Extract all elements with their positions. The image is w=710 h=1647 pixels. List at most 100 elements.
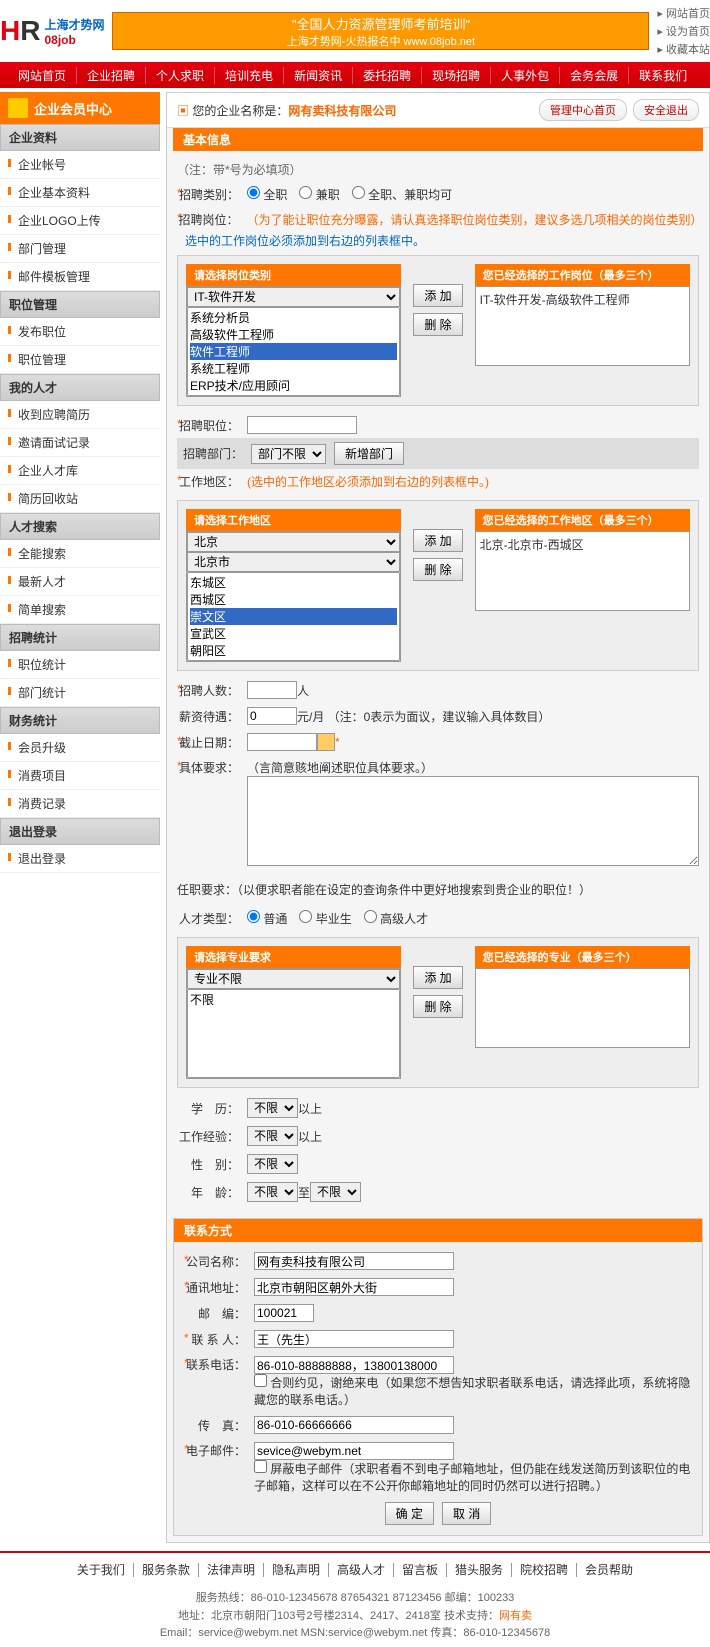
salary-input[interactable]: [247, 707, 297, 725]
req-label: 具体要求：: [177, 759, 247, 776]
gender-select[interactable]: 不限: [247, 1154, 298, 1174]
admin-home-button[interactable]: 管理中心首页: [539, 99, 627, 121]
safe-exit-button[interactable]: 安全退出: [633, 99, 699, 121]
sidebar-item[interactable]: 职位管理: [0, 346, 160, 374]
age-to-select[interactable]: 不限: [310, 1182, 361, 1202]
company-label: ▣ 您的企业名称是：网有卖科技有限公司: [177, 102, 396, 119]
age-to-label: 至: [298, 1184, 310, 1201]
c-fax-input[interactable]: [254, 1416, 454, 1434]
nav-item[interactable]: 个人求职: [146, 67, 215, 84]
sidebar-item[interactable]: 邀请面试记录: [0, 429, 160, 457]
footer-link[interactable]: 高级人才: [329, 1563, 394, 1577]
footer-link[interactable]: 会员帮助: [577, 1563, 641, 1577]
radio-normal[interactable]: 普通: [247, 910, 287, 927]
c-company-label: 公司名称：: [184, 1253, 254, 1270]
sidebar-item[interactable]: 消费项目: [0, 762, 160, 790]
age-from-select[interactable]: 不限: [247, 1182, 298, 1202]
sidebar-item[interactable]: 部门管理: [0, 235, 160, 263]
sidebar-section: 职位管理: [0, 291, 160, 318]
radio-graduate[interactable]: 毕业生: [299, 910, 351, 927]
top-link[interactable]: ▸ 设为首页: [657, 22, 710, 40]
nav-item[interactable]: 企业招聘: [77, 67, 146, 84]
c-company-input[interactable]: [254, 1252, 454, 1270]
sidebar-item[interactable]: 部门统计: [0, 679, 160, 707]
top-link[interactable]: ▸ 收藏本站: [657, 40, 710, 58]
sidebar-item[interactable]: 简单搜索: [0, 596, 160, 624]
c-phone-input[interactable]: [254, 1356, 454, 1374]
sidebar-item[interactable]: 消费记录: [0, 790, 160, 818]
nav-item[interactable]: 现场招聘: [422, 67, 491, 84]
footer-link[interactable]: 服务条款: [134, 1563, 199, 1577]
area-list[interactable]: 东城区西城区崇文区宣武区朝阳区: [187, 572, 400, 661]
sidebar-item[interactable]: 企业基本资料: [0, 179, 160, 207]
del-area-button[interactable]: 删 除: [413, 558, 462, 581]
email-hide-checkbox[interactable]: 屏蔽电子邮件（求职者看不到电子邮箱地址，但仍能在线发送简历到该职位的电子邮箱，这…: [254, 1462, 690, 1493]
count-input[interactable]: [247, 681, 297, 699]
footer-link[interactable]: 院校招聘: [512, 1563, 577, 1577]
nav-item[interactable]: 人事外包: [491, 67, 560, 84]
footer-link[interactable]: 隐私声明: [264, 1563, 329, 1577]
footer-link[interactable]: 猎头服务: [447, 1563, 512, 1577]
cat-list[interactable]: 系统分析员高级软件工程师软件工程师系统工程师ERP技术/应用顾问: [187, 307, 400, 396]
post-name-input[interactable]: [247, 416, 357, 434]
sidebar-item[interactable]: 会员升级: [0, 734, 160, 762]
calendar-icon[interactable]: [317, 733, 335, 751]
post-name-label: 招聘职位：: [177, 417, 247, 434]
sidebar-item[interactable]: 职位统计: [0, 651, 160, 679]
top-link[interactable]: ▸ 网站首页: [657, 4, 710, 22]
sidebar-item[interactable]: 全能搜索: [0, 540, 160, 568]
add-major-button[interactable]: 添 加: [413, 966, 462, 989]
radio-fulltime[interactable]: 全职: [247, 186, 287, 203]
deadline-input[interactable]: [247, 733, 317, 751]
exp-label: 工作经验：: [177, 1128, 247, 1145]
sidebar-item[interactable]: 最新人才: [0, 568, 160, 596]
footer-link[interactable]: 关于我们: [69, 1563, 134, 1577]
edu-select[interactable]: 不限: [247, 1098, 298, 1118]
footer-link[interactable]: 法律声明: [199, 1563, 264, 1577]
submit-button[interactable]: 确 定: [385, 1502, 434, 1525]
salary-unit: 元/月 （注：0表示为面议，建议输入具体数目）: [297, 708, 550, 725]
add-cat-button[interactable]: 添 加: [413, 284, 462, 307]
banner-ad[interactable]: "全国人力资源管理师考前培训" 上海才势网-火热报名中 www.08job.ne…: [112, 12, 649, 50]
contact-title: 联系方式: [174, 1219, 702, 1242]
nav-item[interactable]: 会务会展: [560, 67, 629, 84]
radio-both[interactable]: 全职、兼职均可: [352, 186, 452, 203]
sidebar-item[interactable]: 简历回收站: [0, 485, 160, 513]
c-contact-input[interactable]: [254, 1330, 454, 1348]
exp-select[interactable]: 不限: [247, 1126, 298, 1146]
sidebar-item[interactable]: 收到应聘简历: [0, 401, 160, 429]
phone-hide-checkbox[interactable]: 合则约见，谢绝来电（如果您不想告知求职者联系电话，请选择此项，系统将隐藏您的联系…: [254, 1376, 690, 1407]
sidebar-item[interactable]: 退出登录: [0, 845, 160, 873]
nav-item[interactable]: 新闻资讯: [284, 67, 353, 84]
radio-parttime[interactable]: 兼职: [299, 186, 339, 203]
del-cat-button[interactable]: 删 除: [413, 313, 462, 336]
sidebar-item[interactable]: 邮件模板管理: [0, 263, 160, 291]
count-label: 招聘人数：: [177, 682, 247, 699]
sidebar-item[interactable]: 发布职位: [0, 318, 160, 346]
major-list[interactable]: 不限: [187, 989, 400, 1078]
nav-item[interactable]: 培训充电: [215, 67, 284, 84]
major-dropdown[interactable]: 专业不限: [187, 969, 400, 989]
nav-item[interactable]: 委托招聘: [353, 67, 422, 84]
del-major-button[interactable]: 删 除: [413, 995, 462, 1018]
c-email-input[interactable]: [254, 1442, 454, 1460]
nav-item[interactable]: 联系我们: [629, 67, 697, 84]
cat-dropdown[interactable]: IT-软件开发: [187, 287, 400, 307]
new-dept-button[interactable]: 新增部门: [334, 442, 404, 465]
footer-link[interactable]: 留言板: [394, 1563, 447, 1577]
cancel-button[interactable]: 取 消: [442, 1502, 491, 1525]
sidebar-item[interactable]: 企业人才库: [0, 457, 160, 485]
req-textarea[interactable]: [247, 776, 699, 866]
sidebar-item[interactable]: 企业帐号: [0, 151, 160, 179]
c-addr-input[interactable]: [254, 1278, 454, 1296]
radio-senior[interactable]: 高级人才: [364, 910, 428, 927]
nav-item[interactable]: 网站首页: [8, 67, 77, 84]
add-area-button[interactable]: 添 加: [413, 529, 462, 552]
area-l2-select[interactable]: 北京市: [187, 552, 400, 572]
dept-select[interactable]: 部门不限: [251, 444, 326, 464]
banner-line1: "全国人力资源管理师考前培训": [287, 14, 475, 33]
area-l1-select[interactable]: 北京: [187, 532, 400, 552]
talent-type-label: 人才类型：: [177, 910, 247, 927]
sidebar-item[interactable]: 企业LOGO上传: [0, 207, 160, 235]
c-zip-input[interactable]: [254, 1304, 314, 1322]
